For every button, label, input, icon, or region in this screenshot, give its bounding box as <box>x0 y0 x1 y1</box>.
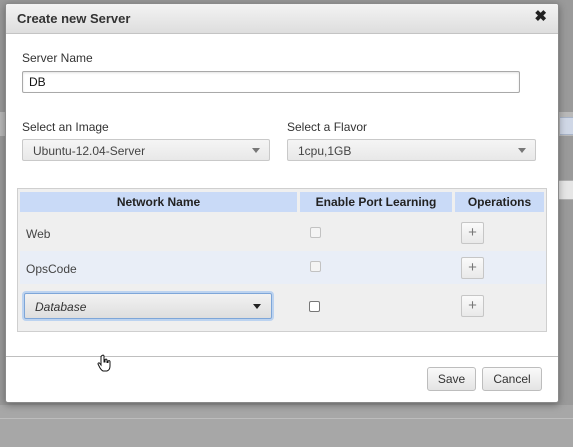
add-network-button[interactable]: + <box>461 222 484 244</box>
chevron-down-icon <box>518 148 526 153</box>
backdrop-cell <box>558 180 573 200</box>
column-header-network-name: Network Name <box>20 192 297 212</box>
image-select[interactable]: Ubuntu-12.04-Server <box>22 139 270 161</box>
footer-divider <box>6 356 558 357</box>
server-name-label: Server Name <box>22 51 93 65</box>
table-row: OpsCode + <box>20 251 546 284</box>
column-header-port-learning: Enable Port Learning <box>300 192 452 212</box>
server-name-input[interactable] <box>22 71 520 93</box>
image-label: Select an Image <box>22 120 109 134</box>
network-table: Network Name Enable Port Learning Operat… <box>17 188 547 332</box>
flavor-select-value: 1cpu,1GB <box>298 144 352 158</box>
dialog-titlebar: Create new Server ✖ <box>6 4 558 34</box>
dialog-title: Create new Server <box>17 11 131 26</box>
table-row: Web + <box>20 216 546 249</box>
port-learning-checkbox[interactable] <box>310 227 321 238</box>
add-network-button[interactable]: + <box>461 257 484 279</box>
backdrop-tab <box>560 117 573 135</box>
network-name-cell: OpsCode <box>26 262 77 276</box>
chevron-down-icon <box>253 304 261 309</box>
add-network-button[interactable]: + <box>461 295 484 317</box>
create-server-dialog: Create new Server ✖ Server Name Select a… <box>5 3 559 403</box>
backdrop-footer <box>0 405 573 447</box>
image-select-value: Ubuntu-12.04-Server <box>33 144 146 158</box>
port-learning-checkbox[interactable] <box>309 301 320 312</box>
network-select[interactable]: Database <box>24 293 272 319</box>
flavor-label: Select a Flavor <box>287 120 368 134</box>
port-learning-checkbox[interactable] <box>310 261 321 272</box>
hand-cursor-icon <box>97 354 113 376</box>
chevron-down-icon <box>252 148 260 153</box>
column-header-operations: Operations <box>455 192 544 212</box>
save-button[interactable]: Save <box>427 367 476 391</box>
flavor-select[interactable]: 1cpu,1GB <box>287 139 536 161</box>
close-icon[interactable]: ✖ <box>534 9 547 25</box>
network-select-value: Database <box>35 300 87 314</box>
network-name-cell: Web <box>26 227 51 241</box>
backdrop-divider <box>0 418 573 419</box>
cancel-button[interactable]: Cancel <box>482 367 542 391</box>
